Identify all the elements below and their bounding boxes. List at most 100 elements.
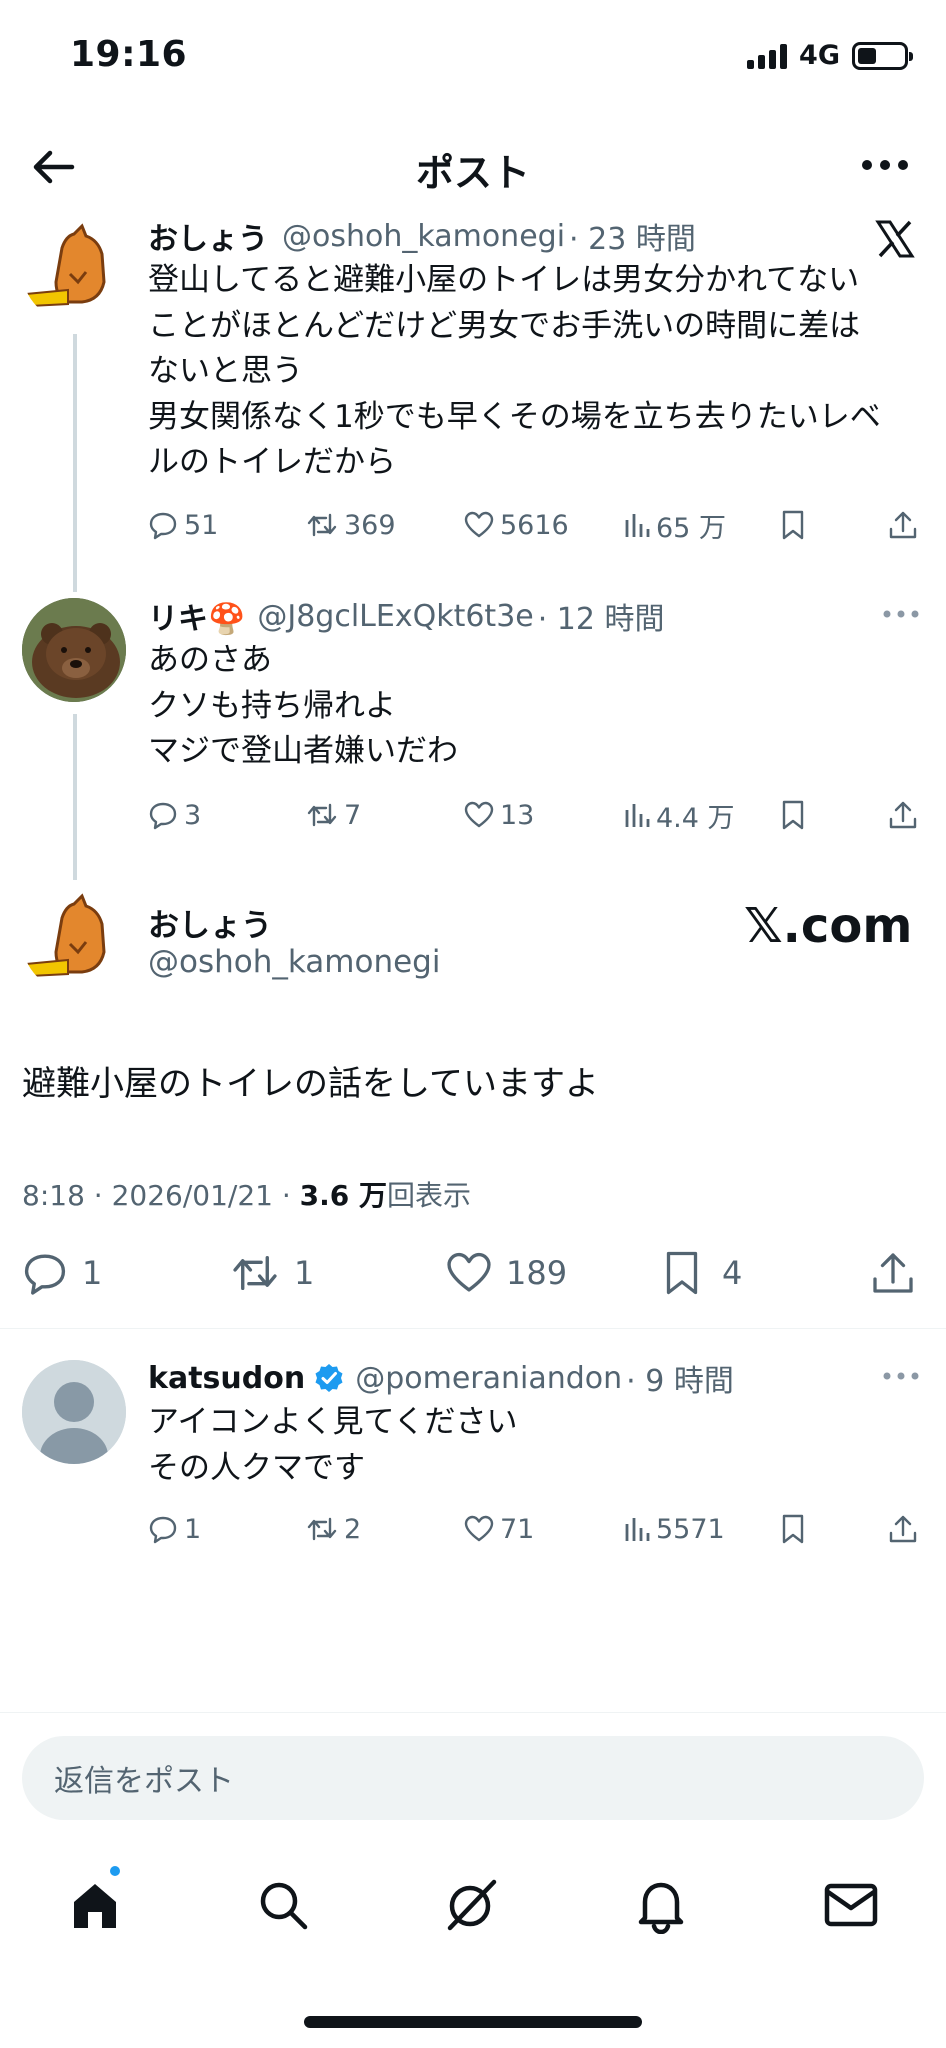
repost-count: 369 (344, 509, 396, 541)
like-icon (464, 1515, 494, 1542)
reply-icon (149, 802, 177, 830)
like-icon (464, 801, 494, 828)
bell-icon[interactable] (626, 1870, 696, 1940)
home-icon[interactable] (60, 1870, 130, 1940)
bookmark-icon (782, 510, 804, 540)
watermark: 𝕏.com (744, 898, 913, 954)
views-icon (625, 804, 650, 827)
repost-count: 2 (344, 1513, 362, 1545)
reply-icon (24, 1254, 66, 1295)
like-button[interactable]: 189 (446, 1250, 567, 1296)
like-count: 71 (500, 1513, 535, 1545)
reply-count: 3 (184, 799, 202, 831)
handle[interactable]: @oshoh_kamonegi (282, 219, 565, 254)
tweet-actions: 1 1 189 4 (22, 1248, 922, 1298)
repost-button[interactable]: 1 (230, 1250, 314, 1296)
views-button[interactable]: 65 万 (624, 506, 726, 545)
bookmark-icon (666, 1251, 698, 1295)
reply-button[interactable]: 51 (148, 510, 218, 541)
display-name[interactable]: おしょう (148, 900, 272, 945)
thread-line (73, 334, 77, 592)
home-indicator (304, 2016, 642, 2028)
share-icon (889, 801, 917, 829)
share-button[interactable] (888, 799, 918, 831)
repost-button[interactable]: 7 (306, 800, 361, 831)
timestamp: · 23 時間 (569, 222, 696, 257)
share-icon (889, 1515, 917, 1543)
views-number: 3.6 万 (299, 1179, 388, 1212)
views-count: 5571 (656, 1513, 725, 1545)
repost-button[interactable]: 369 (306, 510, 396, 541)
reply-input[interactable]: 返信をポスト (22, 1736, 924, 1820)
reply-icon (149, 1516, 177, 1544)
repost-icon (307, 513, 337, 537)
repost-count: 1 (294, 1254, 315, 1292)
handle[interactable]: @J8gclLExQkt6t3e (257, 599, 533, 634)
views-icon (625, 1518, 650, 1541)
mail-icon[interactable] (816, 1870, 886, 1940)
like-icon (464, 511, 494, 538)
like-icon (447, 1252, 491, 1292)
more-icon[interactable] (880, 1368, 922, 1382)
avatar[interactable] (22, 888, 126, 992)
views-count: 4.4 万 (656, 802, 735, 834)
display-name[interactable]: katsudon (148, 1361, 305, 1396)
reply-count: 1 (184, 1513, 202, 1545)
tweet-text: あのさあ クソも持ち帰れよ マジで登山者嫌いだわ (148, 642, 458, 769)
bookmark-icon (782, 800, 804, 830)
avatar[interactable] (22, 1360, 126, 1464)
share-button[interactable] (888, 509, 918, 541)
tweet-actions: 51 369 5616 65 万 (148, 506, 928, 545)
status-time: 19:16 (70, 34, 188, 75)
like-button[interactable]: 5616 (464, 510, 569, 541)
share-button[interactable] (870, 1249, 916, 1297)
repost-icon (307, 803, 337, 827)
share-button[interactable] (888, 1513, 918, 1545)
views-button[interactable]: 4.4 万 (624, 796, 735, 835)
more-icon[interactable] (858, 150, 912, 180)
like-count: 13 (500, 799, 535, 831)
reply-button[interactable]: 1 (148, 1514, 201, 1545)
repost-button[interactable]: 2 (306, 1514, 361, 1545)
tweet-meta: 8:18 · 2026/01/21 · 3.6 万回表示 (22, 1174, 471, 1214)
reply-count: 51 (184, 509, 219, 541)
thread-line (73, 714, 77, 880)
views-button[interactable]: 5571 (624, 1514, 725, 1545)
avatar[interactable] (22, 598, 126, 702)
tweet-header: katsudon @pomeraniandon · 9 時間 (148, 1356, 734, 1400)
battery-icon (852, 41, 913, 70)
like-button[interactable]: 71 (464, 1514, 534, 1545)
avatar[interactable] (22, 218, 126, 322)
bookmark-button[interactable] (780, 509, 806, 541)
divider (0, 1328, 946, 1329)
grok-icon[interactable] (436, 1870, 506, 1940)
tweet-header: リキ🍄 @J8gclLExQkt6t3e · 12 時間 (148, 594, 665, 638)
timestamp: 8:18 · 2026/01/21 · (22, 1179, 300, 1212)
display-name[interactable]: リキ🍄 (148, 594, 245, 638)
share-icon (889, 511, 917, 539)
like-count: 5616 (500, 509, 569, 541)
x-logo-icon (874, 218, 916, 260)
views-count: 65 万 (656, 512, 726, 544)
more-icon[interactable] (880, 606, 922, 620)
tweet-text: アイコンよく見てください その人クマです (148, 1404, 518, 1486)
reply-placeholder: 返信をポスト (54, 1764, 234, 1799)
bookmark-button[interactable]: 4 (662, 1249, 742, 1297)
views-icon (625, 514, 650, 537)
tweet-actions: 3 7 13 4.4 万 (148, 796, 928, 835)
page-title: ポスト (415, 151, 530, 195)
handle[interactable]: @pomeraniandon (355, 1361, 622, 1396)
reply-button[interactable]: 1 (22, 1250, 102, 1296)
tweet-text: 登山してると避難小屋のトイレは男女分かれてない ことがほとんどだけど男女でお手洗… (148, 262, 881, 480)
timestamp: · 9 時間 (626, 1364, 734, 1399)
search-icon[interactable] (248, 1870, 318, 1940)
like-button[interactable]: 13 (464, 800, 534, 831)
reply-button[interactable]: 3 (148, 800, 201, 831)
bookmark-button[interactable] (780, 799, 806, 831)
handle[interactable]: @oshoh_kamonegi (148, 944, 440, 980)
like-count: 189 (506, 1254, 568, 1292)
reply-count: 1 (82, 1254, 103, 1292)
display-name[interactable]: おしょう (148, 214, 268, 258)
reply-icon (149, 512, 177, 540)
bookmark-button[interactable] (780, 1513, 806, 1545)
